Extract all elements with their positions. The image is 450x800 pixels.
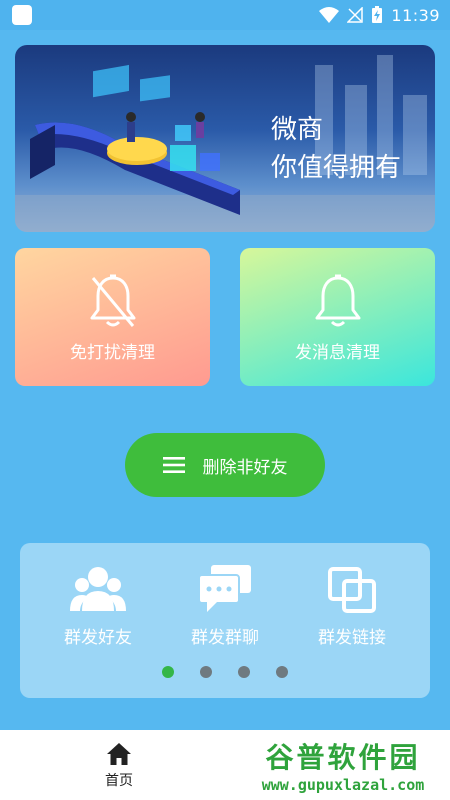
mass-send-groups[interactable]: 群发群聊: [170, 565, 280, 655]
message-clean-label: 发消息清理: [295, 343, 380, 363]
banner-text: 微商 你值得拥有: [271, 111, 401, 187]
bell-icon: [315, 274, 360, 327]
app-notification-icon: [12, 5, 32, 25]
bell-off-icon: [90, 274, 135, 327]
group-icon: [70, 567, 126, 611]
link-icon: [328, 567, 376, 613]
pagination-dots: [20, 666, 430, 678]
home-icon: [107, 743, 131, 765]
menu-icon: [162, 457, 185, 473]
status-bar: 11:39: [0, 0, 450, 30]
battery-charging-icon: [372, 6, 383, 23]
page-dot-1[interactable]: [162, 666, 174, 678]
status-icons: 11:39: [319, 6, 440, 25]
mass-send-groups-label: 群发群聊: [191, 628, 259, 648]
page-dot-4[interactable]: [276, 666, 288, 678]
wifi-icon: [319, 7, 340, 23]
mute-clean-card[interactable]: 免打扰清理: [15, 248, 210, 386]
watermark-title: 谷普软件园: [265, 741, 421, 774]
delete-non-friends-label: 删除非好友: [202, 457, 288, 478]
signal-off-icon: [347, 7, 364, 23]
tab-home[interactable]: 首页: [80, 742, 158, 792]
bottom-tab-bar: 首页 谷普软件园 www.gupuxlazal.com: [0, 730, 450, 800]
delete-non-friends-button[interactable]: 删除非好友: [125, 433, 325, 497]
banner-line-1: 微商: [271, 115, 324, 145]
mass-send-links-label: 群发链接: [318, 628, 386, 648]
page-dot-3[interactable]: [238, 666, 250, 678]
promo-banner[interactable]: 微商 你值得拥有: [15, 45, 435, 232]
mass-send-links[interactable]: 群发链接: [297, 565, 407, 655]
watermark: 谷普软件园 www.gupuxlazal.com: [240, 734, 446, 796]
tab-home-label: 首页: [105, 773, 133, 789]
mass-send-friends-label: 群发好友: [64, 628, 132, 648]
mass-send-friends[interactable]: 群发好友: [43, 565, 153, 655]
message-clean-card[interactable]: 发消息清理: [240, 248, 435, 386]
status-time: 11:39: [391, 5, 440, 25]
watermark-url: www.gupuxlazal.com: [261, 776, 425, 794]
mute-clean-label: 免打扰清理: [70, 343, 155, 363]
chat-bubbles-icon: [198, 565, 251, 612]
mass-send-panel: 群发好友 群发群聊 群发链接: [20, 543, 430, 698]
banner-line-2: 你值得拥有: [271, 153, 402, 183]
page-dot-2[interactable]: [200, 666, 212, 678]
